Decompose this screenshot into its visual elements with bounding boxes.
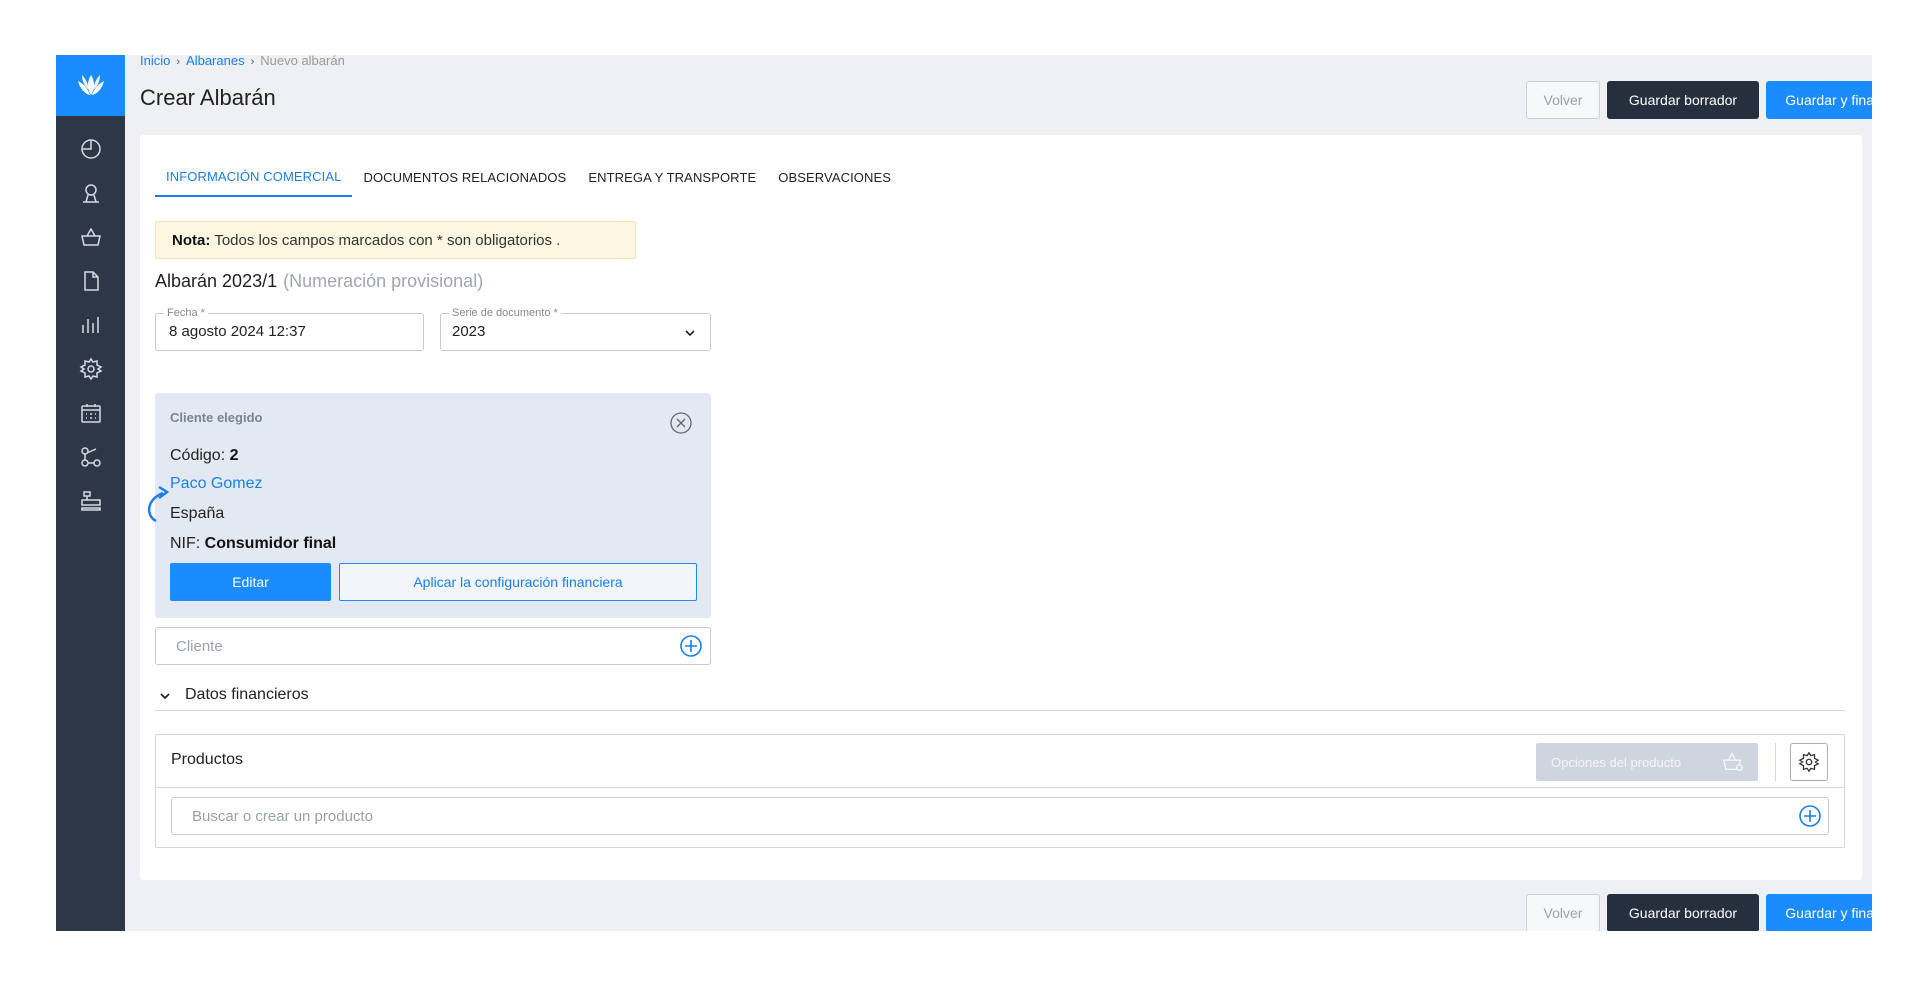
app-window: Inicio › Albaranes › Nuevo albarán Crear Alb… [56, 55, 1872, 931]
save-finalize-button[interactable]: Guardar y finalizar [1766, 81, 1872, 119]
user-icon [82, 184, 99, 203]
selected-client-panel: Cliente elegido Código: 2 Paco Gomez Esp… [147, 393, 711, 618]
logo[interactable] [56, 55, 125, 116]
client-name-link[interactable]: Paco Gomez [170, 475, 262, 493]
tab-related-documents[interactable]: DOCUMENTOS RELACIONADOS [352, 157, 577, 197]
tab-delivery-transport[interactable]: ENTREGA Y TRANSPORTE [577, 157, 767, 197]
selected-client-heading: Cliente elegido [170, 410, 263, 425]
add-product-icon[interactable] [1798, 804, 1822, 828]
sidebar-item-sales[interactable] [56, 215, 125, 259]
calendar-icon [80, 404, 101, 423]
sidebar [56, 55, 125, 931]
chevron-down-icon [160, 693, 170, 700]
sidebar-item-pos[interactable] [56, 479, 125, 523]
client-nif: NIF: Consumidor final [170, 535, 336, 553]
apply-financial-config-button[interactable]: Aplicar la configuración financiera [339, 563, 697, 601]
sidebar-item-reports[interactable] [56, 303, 125, 347]
product-search-placeholder: Buscar o crear un producto [192, 808, 373, 825]
product-options-label: Opciones del producto [1551, 754, 1682, 770]
note-label: Nota: [172, 231, 211, 249]
client-code-value: 2 [229, 447, 239, 464]
products-panel: Productos Opciones del producto Buscar o… [155, 734, 1845, 848]
register-icon [80, 491, 101, 511]
chevron-down-icon [685, 330, 695, 337]
client-country: España [170, 505, 225, 522]
series-select[interactable]: Serie de documento * 2023 [440, 307, 711, 351]
breadcrumb-separator-icon: › [176, 56, 181, 68]
close-circle-icon[interactable] [669, 411, 693, 435]
tab-commercial-info[interactable]: INFORMACIÓN COMERCIAL [155, 157, 353, 197]
note-text: Todos los campos marcados con * son obli… [214, 231, 561, 249]
tab-bar: INFORMACIÓN COMERCIAL DOCUMENTOS RELACIO… [155, 157, 902, 197]
breadcrumb-current: Nuevo albarán [260, 55, 345, 68]
product-options-button[interactable]: Opciones del producto [1536, 743, 1758, 781]
provisional-label: (Numeración provisional) [283, 271, 484, 291]
client-search-placeholder: Cliente [176, 638, 223, 655]
client-nif-value: Consumidor final [204, 535, 337, 552]
document-icon [83, 271, 99, 291]
breadcrumb-section-link[interactable]: Albaranes [186, 55, 245, 68]
document-title: Albarán 2023/1 (Numeración provisional) [155, 271, 483, 292]
page-header: Inicio › Albaranes › Nuevo albarán Crear Alb… [125, 55, 1872, 135]
breadcrumb-separator-icon: › [250, 56, 255, 68]
sidebar-item-calendar[interactable] [56, 391, 125, 435]
breadcrumb: Inicio › Albaranes › Nuevo albarán [140, 55, 345, 68]
header-divider [1775, 743, 1776, 781]
sidebar-nav [56, 127, 125, 523]
gear-icon [79, 357, 102, 381]
page-title: Crear Albarán [140, 85, 276, 110]
form-card: INFORMACIÓN COMERCIAL DOCUMENTOS RELACIO… [140, 135, 1862, 880]
save-finalize-button-footer[interactable]: Guardar y finalizar [1766, 894, 1872, 931]
connections-icon [80, 447, 101, 467]
client-code: Código: 2 [170, 447, 239, 465]
gear-icon [1798, 751, 1820, 773]
lotus-logo-icon [77, 74, 104, 95]
dashboard-icon [80, 139, 101, 159]
products-title: Productos [171, 751, 244, 768]
series-select-value: 2023 [452, 323, 486, 340]
client-search-input[interactable]: Cliente [155, 627, 711, 665]
sidebar-item-dashboard[interactable] [56, 127, 125, 171]
date-field-label: Fecha * [164, 307, 208, 319]
back-button[interactable]: Volver [1526, 81, 1600, 119]
chart-icon [81, 317, 99, 333]
sidebar-item-documents[interactable] [56, 259, 125, 303]
save-draft-button-footer[interactable]: Guardar borrador [1607, 894, 1759, 931]
client-code-label: Código: [170, 447, 226, 464]
date-field[interactable]: Fecha * 8 agosto 2024 12:37 [155, 307, 424, 351]
series-select-label: Serie de documento * [449, 307, 561, 319]
products-settings-button[interactable] [1790, 743, 1828, 781]
sidebar-item-integrations[interactable] [56, 435, 125, 479]
edit-client-button[interactable]: Editar [170, 563, 331, 601]
tab-observations[interactable]: OBSERVACIONES [767, 157, 902, 197]
sidebar-item-contacts[interactable] [56, 171, 125, 215]
required-fields-note: Nota: Todos los campos marcados con * so… [155, 221, 636, 259]
add-client-icon[interactable] [679, 634, 703, 658]
basket-settings-icon [1722, 752, 1743, 771]
client-nif-label: NIF: [170, 535, 201, 552]
financial-data-label: Datos financieros [185, 686, 309, 703]
back-button-footer[interactable]: Volver [1526, 894, 1600, 931]
financial-data-section[interactable]: Datos financieros [155, 686, 1845, 711]
document-number: Albarán 2023/1 [155, 271, 278, 291]
basket-icon [80, 227, 101, 246]
date-field-value: 8 agosto 2024 12:37 [169, 323, 306, 340]
product-search-input[interactable]: Buscar o crear un producto [171, 797, 1829, 835]
save-draft-button[interactable]: Guardar borrador [1607, 81, 1759, 119]
sidebar-item-settings[interactable] [56, 347, 125, 391]
breadcrumb-home-link[interactable]: Inicio [140, 55, 170, 68]
products-header: Productos Opciones del producto [156, 735, 1844, 788]
